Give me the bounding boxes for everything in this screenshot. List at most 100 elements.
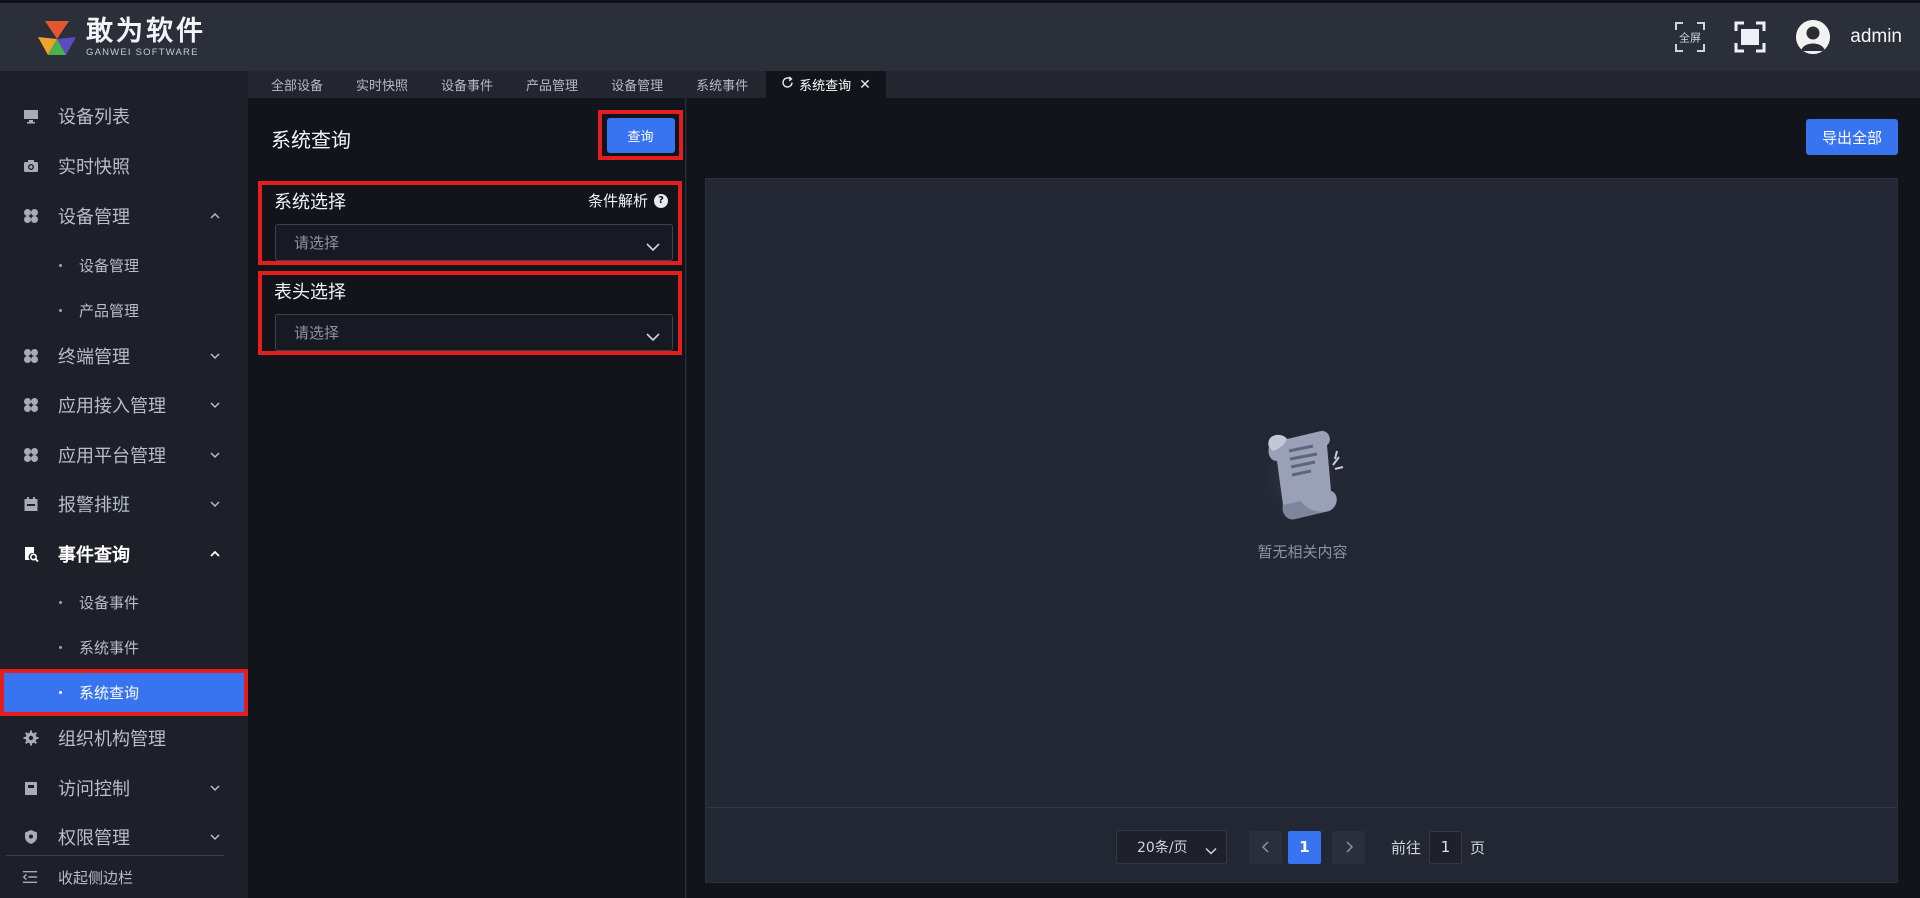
sidebar-item-label: 应用平台管理 (58, 446, 166, 467)
sidebar-item-terminal-management[interactable]: 终端管理 (0, 331, 248, 381)
bullet-icon (59, 263, 62, 267)
sidebar-item-device-list[interactable]: 设备列表 (0, 91, 248, 141)
condition-hint[interactable]: 条件解析 ? (588, 190, 668, 211)
chevron-up-icon (208, 209, 222, 223)
tab-bar: 全部设备 实时快照 设备事件 产品管理 设备管理 系统事件 系统查询 ✕ (248, 71, 1920, 98)
monitor-icon (23, 108, 39, 124)
system-select[interactable]: 请选择 (275, 224, 673, 261)
sidebar-item-alarm-schedule[interactable]: 报警排班 (0, 479, 248, 529)
lock-icon (23, 780, 39, 796)
chevron-down-icon (646, 327, 660, 346)
sidebar-item-label: 事件查询 (58, 545, 130, 566)
sidebar-subitem-product-management[interactable]: 产品管理 (0, 288, 248, 332)
tab-device-event[interactable]: 设备事件 (426, 71, 508, 98)
query-panel: 系统查询 查询 系统选择 条件解析 ? 请选择 表头选择 请选择 (248, 98, 686, 898)
brand-subtitle: GANWEI SOFTWARE (86, 47, 199, 58)
tab-label: 产品管理 (526, 79, 579, 94)
page-size-select[interactable]: 20条/页 (1116, 830, 1227, 864)
page-number-button[interactable]: 1 (1288, 830, 1321, 864)
tab-system-query[interactable]: 系统查询 ✕ (766, 71, 886, 98)
next-page-button[interactable] (1332, 830, 1365, 864)
tab-system-event[interactable]: 系统事件 (681, 71, 763, 98)
fullscreen-icon[interactable] (1730, 17, 1770, 57)
close-icon[interactable]: ✕ (859, 77, 871, 93)
chevron-down-icon (208, 781, 222, 795)
shield-icon (23, 829, 39, 845)
camera-icon (23, 158, 39, 174)
sidebar-subitem-label: 产品管理 (79, 301, 140, 320)
collapse-sidebar-label: 收起侧边栏 (58, 868, 134, 887)
collapse-menu-icon (22, 869, 38, 885)
logo-mark-icon (36, 17, 78, 59)
sidebar-subitem-label: 系统事件 (79, 638, 140, 657)
query-button[interactable]: 查询 (606, 117, 675, 153)
sidebar-item-label: 终端管理 (58, 347, 130, 368)
sidebar-item-event-query[interactable]: 事件查询 (0, 529, 248, 579)
pagination-divider (706, 807, 1897, 808)
goto-page-input[interactable]: 1 (1429, 830, 1463, 864)
prev-page-button[interactable] (1249, 830, 1282, 864)
tab-snapshot[interactable]: 实时快照 (341, 71, 423, 98)
tab-label: 全部设备 (271, 79, 324, 94)
system-select-title: 系统选择 (274, 192, 346, 213)
sidebar-item-organization[interactable]: 组织机构管理 (0, 713, 248, 763)
sidebar-item-label: 访问控制 (58, 779, 130, 800)
chevron-down-icon (208, 448, 222, 462)
sidebar-item-label: 应用接入管理 (58, 396, 166, 417)
tab-device-management[interactable]: 设备管理 (596, 71, 678, 98)
sidebar-item-label: 设备管理 (58, 207, 130, 228)
sidebar-item-device-management[interactable]: 设备管理 (0, 191, 248, 241)
header-select-placeholder: 请选择 (294, 324, 340, 342)
logo: 敢为软件 GANWEI SOFTWARE (36, 17, 206, 59)
sidebar-item-app-access[interactable]: 应用接入管理 (0, 380, 248, 430)
chevron-down-icon (208, 349, 222, 363)
sidebar-subitem-system-query[interactable]: 系统查询 (0, 669, 248, 716)
result-panel: 导出全部 暂无相关内容 20条/页 1 前往 1 页 (687, 98, 1920, 898)
sidebar: 设备列表 实时快照 设备管理 设备管理 产品管理 终端管理 应用接入管理 应用平… (0, 71, 248, 898)
sidebar-item-access-control[interactable]: 访问控制 (0, 763, 248, 813)
chevron-down-icon (208, 398, 222, 412)
system-select-section: 系统选择 条件解析 ? 请选择 (258, 181, 682, 265)
sidebar-item-snapshot[interactable]: 实时快照 (0, 141, 248, 191)
sidebar-subitem-label: 设备事件 (79, 593, 140, 612)
collapse-sidebar-button[interactable]: 收起侧边栏 (6, 855, 224, 898)
chevron-right-icon (1345, 841, 1353, 853)
tab-label: 设备事件 (441, 79, 494, 94)
chevron-left-icon (1261, 841, 1269, 853)
sidebar-item-label: 设备列表 (58, 107, 130, 128)
fullscreen-text: 全屏 (1679, 31, 1701, 45)
system-select-placeholder: 请选择 (294, 234, 340, 252)
sidebar-item-app-platform[interactable]: 应用平台管理 (0, 430, 248, 480)
gear-icon (23, 730, 39, 746)
chevron-down-icon (208, 497, 222, 511)
sidebar-item-label: 实时快照 (58, 157, 130, 178)
empty-text: 暂无相关内容 (1257, 543, 1348, 561)
username[interactable]: admin (1850, 26, 1902, 48)
chevron-up-icon (208, 547, 222, 561)
brand-name: 敢为软件 (86, 16, 206, 47)
page-unit-label: 页 (1470, 838, 1486, 857)
grid-icon (23, 208, 39, 224)
bullet-icon (59, 691, 62, 694)
sidebar-item-label: 权限管理 (58, 828, 130, 849)
sidebar-subitem-system-event[interactable]: 系统事件 (0, 625, 248, 669)
sidebar-item-label: 组织机构管理 (58, 729, 166, 750)
calendar-icon (23, 496, 39, 512)
tab-product-management[interactable]: 产品管理 (511, 71, 593, 98)
grid-icon (23, 447, 39, 463)
header-select[interactable]: 请选择 (275, 314, 673, 351)
bullet-icon (59, 645, 62, 649)
tab-label: 设备管理 (611, 79, 664, 94)
search-doc-icon (23, 546, 39, 562)
sidebar-subitem-device-management[interactable]: 设备管理 (0, 243, 248, 287)
fullscreen-label-button[interactable]: 全屏 (1670, 17, 1710, 57)
avatar[interactable] (1796, 20, 1831, 54)
export-all-button[interactable]: 导出全部 (1806, 119, 1898, 155)
help-icon[interactable]: ? (654, 193, 668, 208)
bullet-icon (59, 600, 62, 604)
sidebar-subitem-label: 系统查询 (79, 684, 140, 702)
sidebar-subitem-device-event[interactable]: 设备事件 (0, 580, 248, 624)
refresh-icon[interactable] (781, 76, 794, 93)
tab-all-devices[interactable]: 全部设备 (256, 71, 338, 98)
sidebar-item-label: 报警排班 (58, 495, 130, 516)
